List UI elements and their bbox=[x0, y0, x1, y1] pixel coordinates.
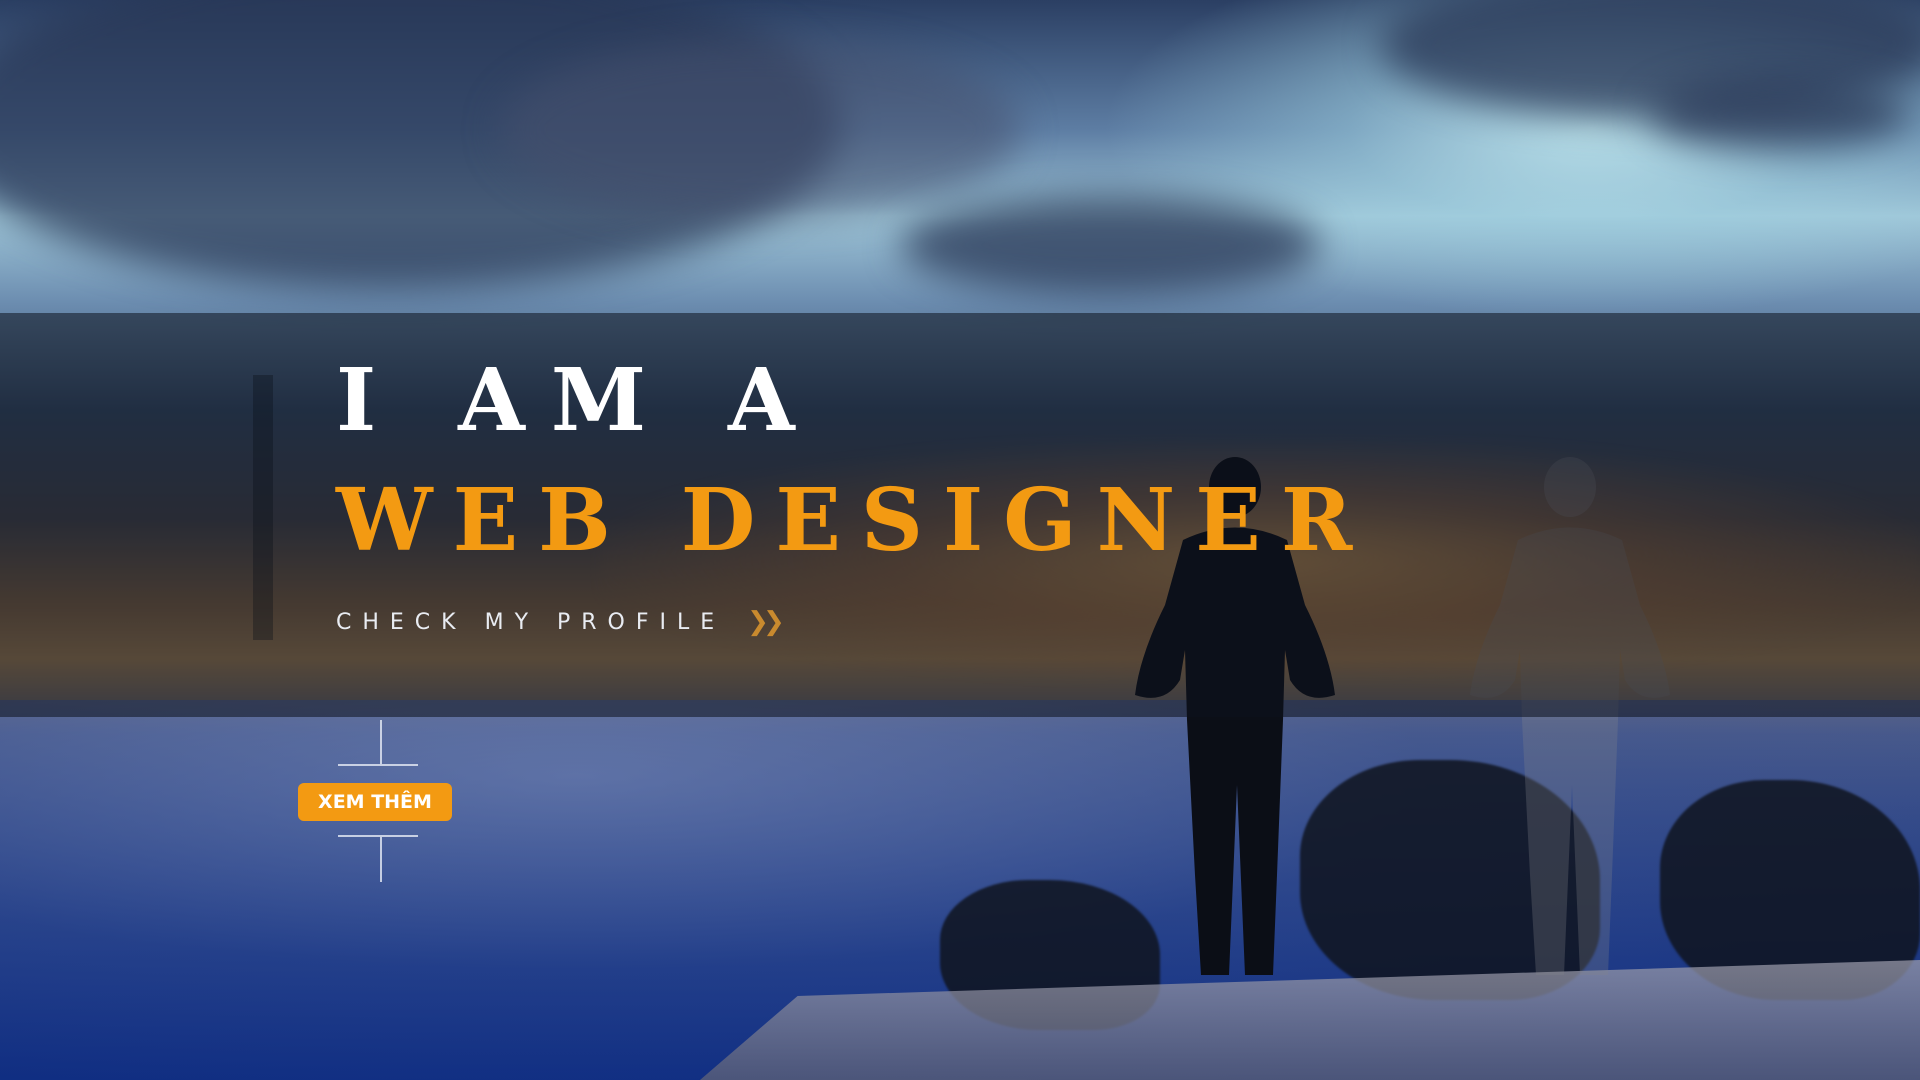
band-accent-strip bbox=[253, 375, 273, 640]
double-chevron-right-icon: ❯❯ bbox=[747, 607, 784, 637]
decor-line-bottom bbox=[380, 837, 382, 882]
cloud bbox=[900, 195, 1320, 295]
check-profile-link[interactable]: CHECK MY PROFILE ❯❯ bbox=[336, 607, 785, 637]
check-profile-label: CHECK MY PROFILE bbox=[336, 609, 726, 635]
decor-line-bottom-horizontal bbox=[338, 835, 418, 837]
xem-them-button[interactable]: XEM THÊM bbox=[298, 783, 452, 821]
hero-title-line-1: I AM A bbox=[336, 350, 821, 451]
hero-title-line-2: WEB DESIGNER bbox=[336, 470, 1373, 571]
cloud bbox=[500, 40, 1020, 220]
decor-line-top-horizontal bbox=[338, 764, 418, 766]
decor-line-top bbox=[380, 720, 382, 764]
cloud bbox=[1650, 80, 1910, 150]
